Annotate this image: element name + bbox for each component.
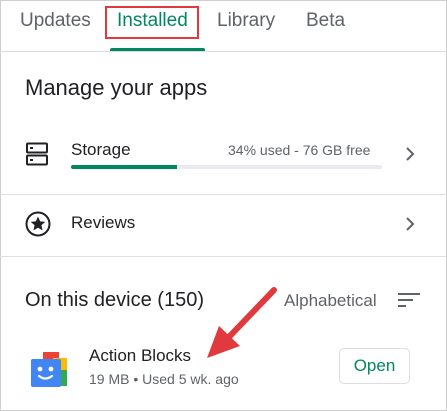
sort-icon[interactable] [398, 292, 420, 308]
storage-row[interactable]: Storage 34% used - 76 GB free [0, 130, 447, 186]
star-circle-icon [25, 211, 51, 237]
reviews-label: Reviews [71, 213, 136, 232]
app-meta: 19 MB • Used 5 wk. ago [89, 371, 239, 387]
open-button[interactable]: Open [339, 348, 410, 384]
sort-label[interactable]: Alphabetical [284, 291, 377, 311]
divider [0, 256, 447, 257]
chevron-right-icon [406, 147, 415, 161]
app-name: Action Blocks [89, 346, 192, 365]
storage-progress-fill [71, 165, 177, 169]
action-blocks-app-icon [31, 352, 67, 387]
storage-icon [26, 142, 48, 166]
tab-updates[interactable]: Updates [20, 10, 91, 32]
installed-highlight-box [105, 6, 199, 39]
tabs-divider [0, 51, 447, 52]
reviews-row[interactable]: Reviews [0, 195, 447, 255]
storage-usage-text: 34% used - 76 GB free [228, 142, 371, 158]
app-list-item[interactable]: Action Blocks 19 MB • Used 5 wk. ago Ope… [0, 340, 447, 400]
tab-bar: Updates Installed Library Beta [0, 0, 447, 51]
tab-beta[interactable]: Beta [306, 10, 345, 32]
tab-library[interactable]: Library [217, 10, 275, 32]
storage-label: Storage [71, 140, 131, 159]
storage-progress-bar [71, 165, 382, 169]
on-device-title: On this device (150) [25, 289, 204, 311]
chevron-right-icon [406, 217, 415, 231]
manage-apps-title: Manage your apps [25, 75, 208, 100]
